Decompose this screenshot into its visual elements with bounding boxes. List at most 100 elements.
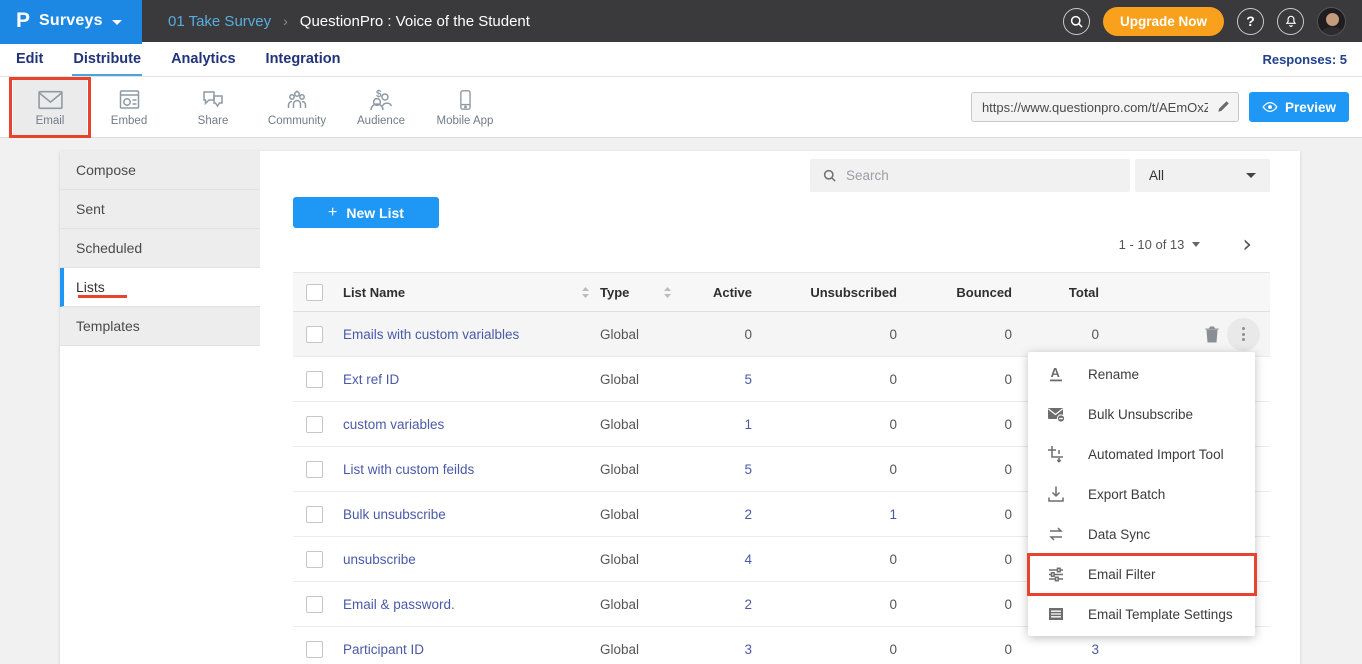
list-name-link[interactable]: Emails with custom varialbles: [343, 327, 519, 342]
table-row: Emails with custom varialbles Global 0 0…: [293, 312, 1270, 357]
top-bar: P Surveys 01 Take Survey › QuestionPro :…: [0, 0, 1362, 42]
breadcrumb-separator: ›: [283, 13, 288, 29]
row-checkbox[interactable]: [306, 416, 323, 433]
page-title: QuestionPro : Voice of the Student: [300, 13, 530, 30]
edit-url-icon[interactable]: [1216, 99, 1231, 119]
product-name: Surveys: [39, 12, 103, 30]
list-name-link[interactable]: List with custom feilds: [343, 462, 474, 477]
breadcrumb-survey-link[interactable]: 01 Take Survey: [168, 13, 271, 30]
bulk-unsubscribe-icon: [1047, 405, 1065, 423]
page-range-dropdown[interactable]: 1 - 10 of 13: [1119, 237, 1201, 252]
row-checkbox[interactable]: [306, 641, 323, 658]
email-template-settings-icon: [1047, 605, 1065, 623]
row-checkbox[interactable]: [306, 596, 323, 613]
automated-import-icon: [1047, 445, 1065, 463]
sidebar-item-templates[interactable]: Templates: [60, 307, 260, 346]
col-unsubscribed: Unsubscribed: [770, 285, 911, 300]
col-total: Total: [1026, 285, 1113, 300]
community-icon: [284, 88, 310, 112]
user-avatar[interactable]: [1317, 7, 1346, 36]
chevron-down-icon: [112, 20, 122, 25]
bell-icon: [1284, 14, 1298, 28]
responses-count[interactable]: Responses: 5: [1262, 52, 1347, 67]
row-checkbox[interactable]: [306, 371, 323, 388]
svg-text:A: A: [1051, 365, 1061, 380]
channel-mobile-app[interactable]: Mobile App: [423, 79, 507, 135]
row-checkbox[interactable]: [306, 551, 323, 568]
menu-item-data-sync[interactable]: Data Sync: [1028, 514, 1255, 554]
tab-edit[interactable]: Edit: [15, 42, 44, 76]
search-icon: [1069, 14, 1084, 29]
tab-analytics[interactable]: Analytics: [170, 42, 236, 76]
survey-url-input[interactable]: [971, 92, 1239, 122]
select-all-checkbox[interactable]: [306, 284, 323, 301]
row-checkbox[interactable]: [306, 326, 323, 343]
channel-email[interactable]: Email: [13, 79, 87, 135]
delete-list-icon[interactable]: [1204, 325, 1220, 343]
new-list-button[interactable]: + New List: [293, 197, 439, 228]
email-filter-icon: [1047, 565, 1065, 583]
pagination: 1 - 10 of 13 ›: [1119, 235, 1252, 253]
embed-icon: [117, 88, 142, 112]
survey-url-wrap: [971, 92, 1239, 122]
list-name-link[interactable]: Ext ref ID: [343, 372, 399, 387]
sidebar-item-scheduled[interactable]: Scheduled: [60, 229, 260, 268]
rename-icon: A: [1047, 365, 1065, 383]
mobile-app-icon: [454, 88, 476, 112]
chevron-down-icon: [1192, 242, 1200, 247]
col-list-name[interactable]: List Name: [343, 285, 405, 300]
col-type[interactable]: Type: [600, 285, 629, 300]
sidebar-item-sent[interactable]: Sent: [60, 190, 260, 229]
list-name-link[interactable]: Participant ID: [343, 642, 424, 657]
upgrade-now-button[interactable]: Upgrade Now: [1103, 7, 1224, 36]
channel-audience[interactable]: $ Audience: [339, 79, 423, 135]
col-active: Active: [678, 285, 770, 300]
breadcrumb: 01 Take Survey › QuestionPro : Voice of …: [168, 13, 530, 30]
list-name-link[interactable]: Email & password.: [343, 597, 455, 612]
menu-item-email-filter[interactable]: Email Filter: [1028, 554, 1255, 594]
sidebar-item-lists[interactable]: Lists: [60, 268, 260, 307]
tab-distribute[interactable]: Distribute: [72, 42, 142, 76]
notifications-button[interactable]: [1277, 8, 1304, 35]
row-checkbox[interactable]: [306, 461, 323, 478]
menu-item-export-batch[interactable]: Export Batch: [1028, 474, 1255, 514]
list-name-link[interactable]: custom variables: [343, 417, 444, 432]
survey-nav: Edit Distribute Analytics Integration Re…: [0, 42, 1362, 77]
channel-embed[interactable]: Embed: [87, 79, 171, 135]
preview-button[interactable]: Preview: [1249, 92, 1349, 122]
tab-integration[interactable]: Integration: [265, 42, 342, 76]
next-page-button[interactable]: ›: [1242, 235, 1252, 253]
plus-icon: +: [328, 204, 337, 222]
menu-item-rename[interactable]: A Rename: [1028, 354, 1255, 394]
channel-community[interactable]: Community: [255, 79, 339, 135]
questionpro-logo: P: [16, 9, 30, 33]
list-name-link[interactable]: Bulk unsubscribe: [343, 507, 446, 522]
list-name-link[interactable]: unsubscribe: [343, 552, 416, 567]
menu-item-automated-import-tool[interactable]: Automated Import Tool: [1028, 434, 1255, 474]
sort-icon[interactable]: [663, 286, 672, 299]
row-menu-button[interactable]: [1227, 318, 1260, 351]
sidebar-item-compose[interactable]: Compose: [60, 151, 260, 190]
email-icon: [37, 88, 64, 112]
export-batch-icon: [1047, 485, 1065, 503]
search-icon: [822, 168, 837, 183]
menu-item-email-template-settings[interactable]: Email Template Settings: [1028, 594, 1255, 634]
list-filter-dropdown[interactable]: All: [1135, 159, 1270, 192]
channel-share[interactable]: Share: [171, 79, 255, 135]
annotation-lists-underline: [78, 295, 127, 298]
eye-icon: [1262, 101, 1278, 113]
help-button[interactable]: ?: [1237, 8, 1264, 35]
search-button[interactable]: [1063, 8, 1090, 35]
row-checkbox[interactable]: [306, 506, 323, 523]
email-sidebar: Compose Sent Scheduled Lists Templates: [60, 151, 260, 346]
menu-item-bulk-unsubscribe[interactable]: Bulk Unsubscribe: [1028, 394, 1255, 434]
data-sync-icon: [1047, 525, 1065, 543]
col-bounced: Bounced: [911, 285, 1026, 300]
sort-icon[interactable]: [581, 286, 590, 299]
search-input[interactable]: [810, 159, 1130, 192]
distribute-toolbar: Email Embed Share Community $ Audience M…: [0, 77, 1362, 138]
chevron-down-icon: [1246, 173, 1256, 178]
row-context-menu: A Rename Bulk Unsubscribe Automated Impo…: [1028, 352, 1255, 636]
brand-surveys-switcher[interactable]: P Surveys: [0, 0, 142, 44]
table-header: List Name Type Active Unsubscribed Bounc…: [293, 272, 1270, 312]
